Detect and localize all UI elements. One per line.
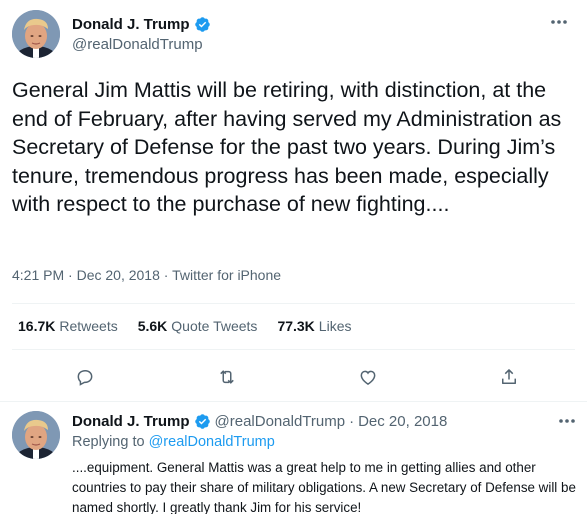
meta-separator: · (349, 412, 355, 430)
reply-header: Donald J. Trump @realDonaldTrump · Dec 2… (72, 411, 580, 431)
reply-handle[interactable]: @realDonaldTrump (215, 413, 346, 430)
verified-badge-icon (194, 413, 211, 430)
meta-separator: · (163, 267, 169, 283)
retweet-icon[interactable] (212, 362, 242, 392)
engagement-stats: 16.7K Retweets 5.6K Quote Tweets 77.3K L… (18, 318, 371, 334)
reply-body: Donald J. Trump @realDonaldTrump · Dec 2… (72, 411, 580, 514)
tweet-metadata: 4:21 PM · Dec 20, 2018 · Twitter for iPh… (12, 267, 281, 283)
reply-display-name[interactable]: Donald J. Trump (72, 413, 190, 430)
share-icon[interactable] (494, 362, 524, 392)
avatar[interactable] (12, 10, 60, 58)
reply-tweet[interactable]: Donald J. Trump @realDonaldTrump · Dec 2… (0, 401, 587, 514)
reply-text: ....equipment. General Mattis was a grea… (72, 460, 576, 514)
action-bar (12, 362, 575, 392)
display-name[interactable]: Donald J. Trump (72, 16, 190, 33)
tweet-date[interactable]: Dec 20, 2018 (77, 267, 160, 283)
quote-tweets-count: 5.6K (137, 318, 168, 334)
author-handle[interactable]: @realDonaldTrump (72, 36, 211, 53)
retweets-stat[interactable]: 16.7K Retweets (18, 318, 118, 334)
divider (12, 349, 575, 350)
quote-tweets-label: Quote Tweets (171, 318, 258, 334)
avatar[interactable] (12, 411, 60, 459)
replying-prefix: Replying to (72, 434, 145, 450)
retweets-count: 16.7K (18, 318, 56, 334)
author-block: Donald J. Trump @realDonaldTrump (72, 14, 211, 53)
replying-to: Replying to @realDonaldTrump (72, 434, 580, 454)
retweets-label: Retweets (59, 318, 118, 334)
likes-count: 77.3K (277, 318, 315, 334)
quote-tweets-stat[interactable]: 5.6K Quote Tweets (138, 318, 258, 334)
tweet-text: General Jim Mattis will be retiring, wit… (12, 78, 562, 216)
replying-handle[interactable]: @realDonaldTrump (149, 434, 275, 450)
like-icon[interactable] (353, 362, 383, 392)
meta-separator: · (68, 267, 73, 283)
tweet-header: Donald J. Trump @realDonaldTrump (12, 10, 575, 58)
likes-label: Likes (318, 318, 352, 334)
verified-badge-icon (194, 16, 211, 33)
likes-stat[interactable]: 77.3K Likes (277, 318, 351, 334)
divider (12, 303, 575, 304)
tweet-source[interactable]: Twitter for iPhone (172, 267, 281, 283)
more-options-icon[interactable] (547, 12, 571, 32)
reply-icon[interactable] (70, 362, 100, 392)
reply-date[interactable]: Dec 20, 2018 (358, 413, 447, 430)
more-options-icon[interactable] (555, 411, 579, 431)
tweet-time[interactable]: 4:21 PM (12, 267, 64, 283)
